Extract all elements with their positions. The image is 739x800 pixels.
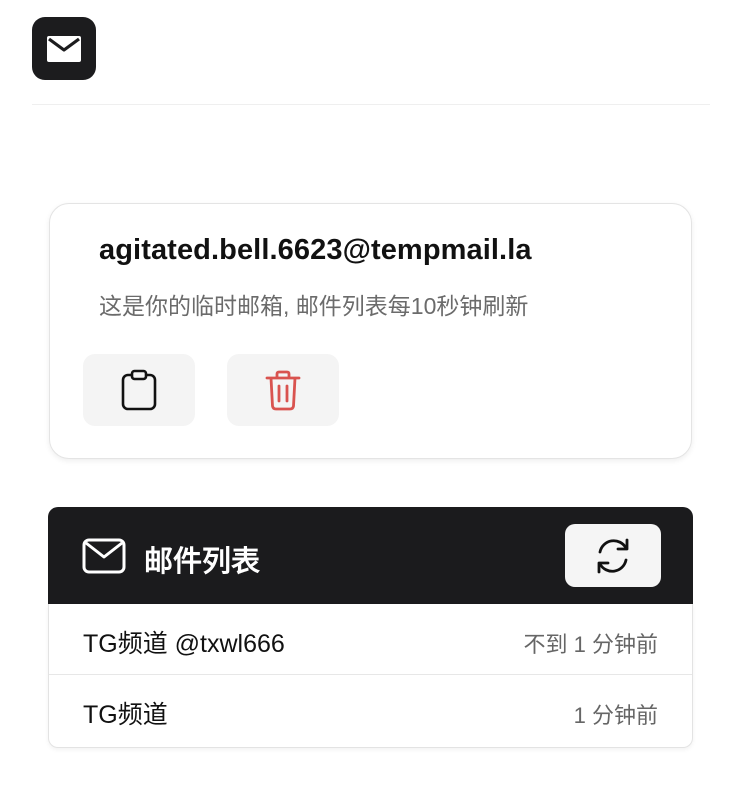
mail-list-title: 邮件列表 <box>144 546 261 578</box>
mail-time: 不到 1 分钟前 <box>523 632 658 657</box>
top-header <box>32 0 710 105</box>
clipboard-icon <box>121 369 157 411</box>
refresh-button[interactable] <box>565 524 661 587</box>
mail-list-panel: 邮件列表 TG频道 @txwl666 不到 1 分钟前 TG频道 1 分钟前 <box>48 507 693 748</box>
envelope-icon <box>47 35 81 62</box>
temp-email-address: agitated.bell.6623@tempmail.la <box>99 234 532 266</box>
copy-address-button[interactable] <box>83 354 195 426</box>
mail-list-header: 邮件列表 <box>48 507 693 604</box>
refresh-icon <box>597 538 629 573</box>
page: agitated.bell.6623@tempmail.la 这是你的临时邮箱,… <box>0 0 739 800</box>
mail-icon <box>82 538 126 574</box>
mail-subject: TG频道 <box>83 701 168 729</box>
mail-subject: TG频道 @txwl666 <box>83 630 285 658</box>
trash-icon <box>265 370 301 411</box>
mail-list-item[interactable]: TG频道 1 分钟前 <box>49 675 692 746</box>
address-description: 这是你的临时邮箱, 邮件列表每10秒钟刷新 <box>99 293 529 319</box>
app-logo[interactable] <box>32 17 96 80</box>
temp-address-card: agitated.bell.6623@tempmail.la 这是你的临时邮箱,… <box>49 203 692 459</box>
mail-time: 1 分钟前 <box>573 703 658 728</box>
mail-list: TG频道 @txwl666 不到 1 分钟前 TG频道 1 分钟前 <box>48 604 693 748</box>
mail-list-item[interactable]: TG频道 @txwl666 不到 1 分钟前 <box>49 604 692 675</box>
delete-address-button[interactable] <box>227 354 339 426</box>
